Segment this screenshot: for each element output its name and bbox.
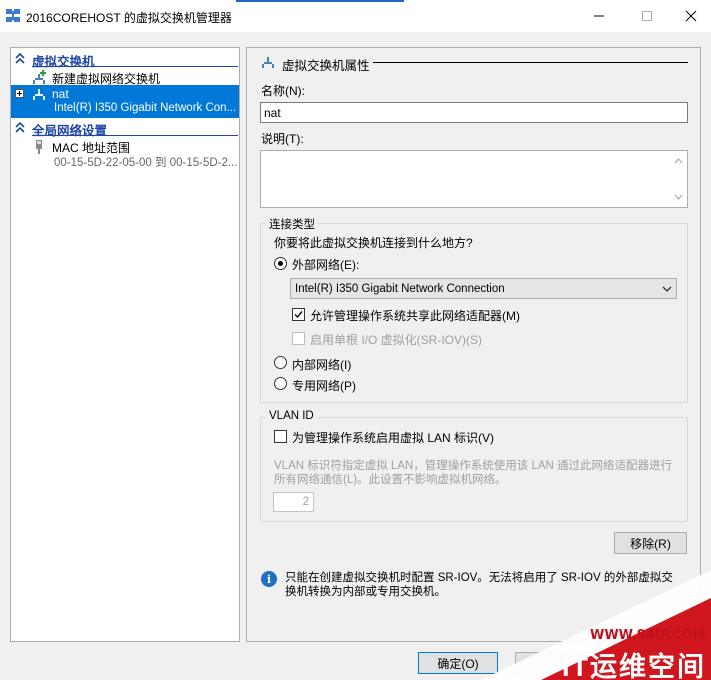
switch-name: nat (52, 87, 69, 101)
adapter-dropdown[interactable]: Intel(R) I350 Gigabit Network Connection (290, 278, 677, 299)
remove-button[interactable]: 移除(R) (614, 532, 687, 554)
chevron-down-icon (662, 286, 672, 292)
title-accent-strip (236, 0, 404, 2)
name-input-value: nat (264, 106, 281, 120)
switch-manager-app-icon (6, 9, 20, 23)
minimize-icon (594, 15, 604, 17)
properties-title-rule (373, 62, 688, 63)
network-switch-icon (262, 57, 274, 68)
sriov-checkbox[interactable] (292, 332, 305, 345)
switch-adapter: Intel(R) I350 Gigabit Network Con... (54, 102, 237, 114)
section-virtual-switches[interactable]: 虚拟交换机 (11, 51, 239, 69)
vlan-id-input[interactable]: 2 (273, 492, 314, 512)
chevron-up-icon (15, 52, 25, 64)
notes-textarea[interactable] (260, 150, 688, 208)
checkmark-icon (294, 311, 303, 319)
mac-range-value: 00-15-5D-22-05-00 到 00-15-5D-2... (54, 157, 238, 169)
name-label: 名称(N): (261, 84, 305, 98)
allow-mgmt-label: 允许管理操作系统共享此网络适配器(M) (310, 309, 520, 323)
vlan-enable-label: 为管理操作系统启用虚拟 LAN 标识(V) (292, 431, 495, 445)
close-icon (685, 10, 697, 22)
properties-title: 虚拟交换机属性 (282, 59, 370, 73)
watermark-url: WWW.94IP.COM (590, 628, 706, 643)
expand-toggle[interactable] (15, 89, 24, 98)
connection-question: 你要将此虚拟交换机连接到什么地方? (274, 236, 473, 250)
chevron-up-icon (15, 121, 25, 133)
window-title: 2016COREHOST 的虚拟交换机管理器 (26, 11, 232, 25)
network-switch-icon (33, 89, 45, 100)
section-global-label: 全局网络设置 (32, 124, 108, 138)
info-icon: i (261, 571, 277, 587)
vlan-enable-checkbox[interactable] (274, 430, 287, 443)
section-rule (32, 135, 238, 136)
external-network-radio[interactable] (274, 257, 287, 270)
section-rule (32, 66, 238, 67)
maximize-icon (642, 11, 652, 21)
mac-range-item[interactable]: MAC 地址范围 00-15-5D-22-05-00 到 00-15-5D-2.… (11, 138, 239, 170)
private-network-radio[interactable] (274, 377, 287, 390)
name-input[interactable]: nat (260, 102, 688, 123)
mac-address-icon (36, 140, 42, 154)
vlan-group-title: VLAN ID (266, 410, 317, 422)
internal-network-label: 内部网络(I) (292, 358, 352, 372)
new-switch-icon (33, 70, 46, 84)
internal-network-radio[interactable] (274, 356, 287, 369)
switch-tree-panel: 虚拟交换机 新建虚拟网络交换机 nat Intel(R) I350 Gigabi… (10, 47, 240, 642)
new-switch-item[interactable]: 新建虚拟网络交换机 (11, 68, 239, 86)
plus-icon (17, 91, 22, 96)
close-button[interactable] (668, 0, 711, 32)
sriov-label: 启用单根 I/O 虚拟化(SR-IOV)(S) (310, 333, 482, 347)
vlan-description: VLAN 标识符指定虚拟 LAN，管理操作系统使用该 LAN 通过此网络适配器进… (274, 460, 673, 486)
watermark-brand: IT运维空间 (562, 652, 706, 680)
notes-scrollbar[interactable] (670, 151, 687, 207)
private-network-label: 专用网络(P) (292, 379, 356, 393)
section-global-network[interactable]: 全局网络设置 (11, 120, 239, 138)
switch-item-nat[interactable]: nat Intel(R) I350 Gigabit Network Con... (11, 85, 239, 118)
maximize-button[interactable] (624, 0, 670, 32)
external-network-label: 外部网络(E): (292, 258, 360, 272)
connection-type-title: 连接类型 (266, 216, 318, 232)
scroll-arrows-icon (674, 158, 683, 200)
adapter-selected: Intel(R) I350 Gigabit Network Connection (295, 283, 505, 295)
minimize-button[interactable] (576, 0, 622, 32)
allow-mgmt-checkbox[interactable] (292, 308, 305, 321)
vlan-id-value: 2 (302, 496, 309, 508)
notes-label: 说明(T): (261, 132, 304, 146)
